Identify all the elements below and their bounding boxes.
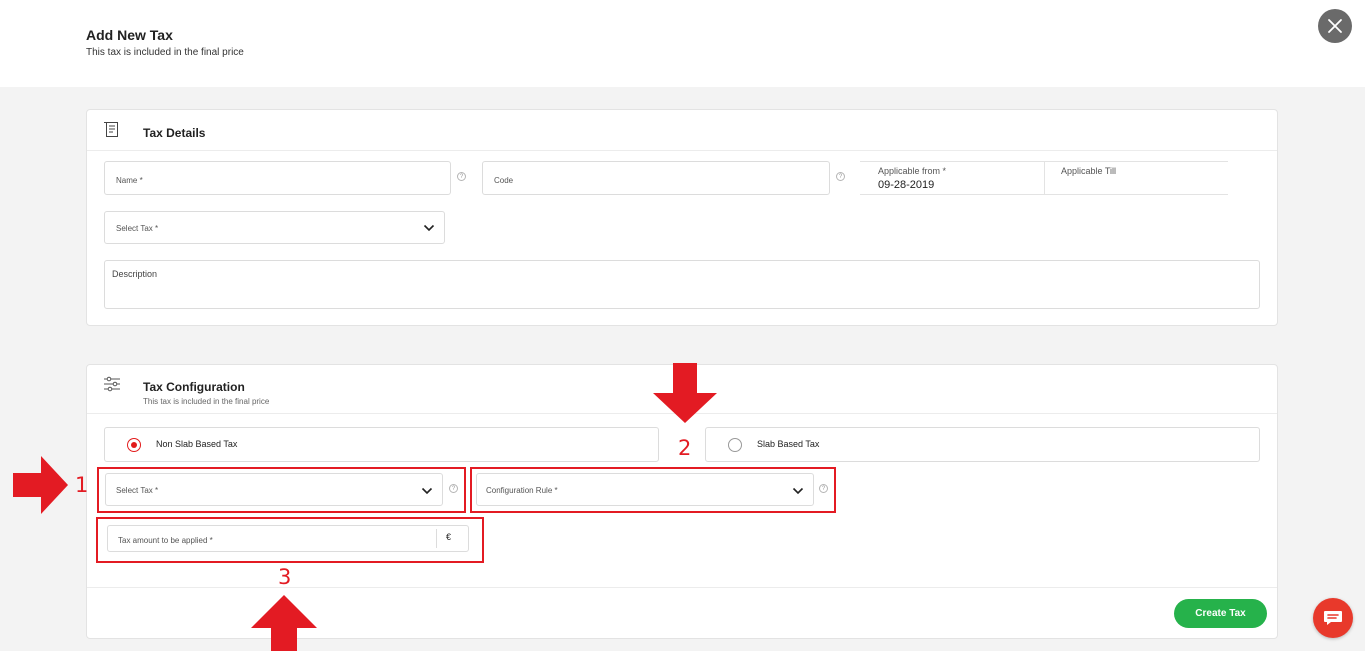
help-icon[interactable]: ? xyxy=(457,172,466,181)
divider xyxy=(87,150,1277,151)
applicable-till-field[interactable]: Applicable Till xyxy=(1045,161,1228,195)
description-label: Description xyxy=(112,269,158,279)
create-tax-button[interactable]: Create Tax xyxy=(1174,599,1267,628)
name-placeholder: Name * xyxy=(116,176,143,185)
help-icon[interactable]: ? xyxy=(836,172,845,181)
page-title: Add New Tax xyxy=(86,27,173,43)
non-slab-based-option[interactable]: Non Slab Based Tax xyxy=(104,427,659,462)
code-input[interactable]: Code xyxy=(482,161,830,195)
applicable-from-field[interactable]: Applicable from * 09-28-2019 xyxy=(860,161,1044,195)
tax-configuration-subtitle: This tax is included in the final price xyxy=(143,397,270,406)
code-placeholder: Code xyxy=(494,176,514,185)
chevron-down-icon xyxy=(423,224,435,232)
option-label: Non Slab Based Tax xyxy=(156,439,238,449)
select-tax-placeholder: Select Tax * xyxy=(116,224,159,233)
sliders-icon xyxy=(103,376,121,397)
select-tax-dropdown[interactable]: Select Tax * xyxy=(104,211,445,244)
annotation-label-3: 3 xyxy=(278,565,292,589)
chat-button[interactable] xyxy=(1313,598,1353,638)
receipt-icon xyxy=(103,121,121,143)
page-subtitle: This tax is included in the final price xyxy=(86,47,244,58)
tax-details-title: Tax Details xyxy=(143,126,206,140)
applicable-till-label: Applicable Till xyxy=(1061,166,1117,176)
divider xyxy=(87,587,1277,588)
annotation-box-3 xyxy=(96,517,484,563)
close-icon xyxy=(1328,19,1342,33)
chat-icon xyxy=(1324,611,1342,625)
close-button[interactable] xyxy=(1318,9,1352,43)
arrow-down-icon xyxy=(653,363,717,423)
applicable-from-label: Applicable from * xyxy=(878,166,947,176)
tax-configuration-title: Tax Configuration xyxy=(143,380,245,394)
radio-unselected[interactable] xyxy=(728,438,742,452)
annotation-label-1: 1 xyxy=(75,473,89,497)
modal-header: Add New Tax This tax is included in the … xyxy=(0,0,1365,87)
annotation-box-1 xyxy=(97,467,466,513)
applicable-from-value: 09-28-2019 xyxy=(878,179,935,191)
option-label: Slab Based Tax xyxy=(757,439,820,449)
radio-selected[interactable] xyxy=(127,438,141,452)
annotation-label-2: 2 xyxy=(678,436,692,460)
name-input[interactable]: Name * xyxy=(104,161,451,195)
annotation-box-2 xyxy=(470,467,836,513)
slab-based-option[interactable]: Slab Based Tax xyxy=(705,427,1260,462)
arrow-right-icon xyxy=(13,456,68,514)
arrow-up-icon xyxy=(251,595,317,651)
description-input[interactable]: Description xyxy=(104,260,1260,309)
